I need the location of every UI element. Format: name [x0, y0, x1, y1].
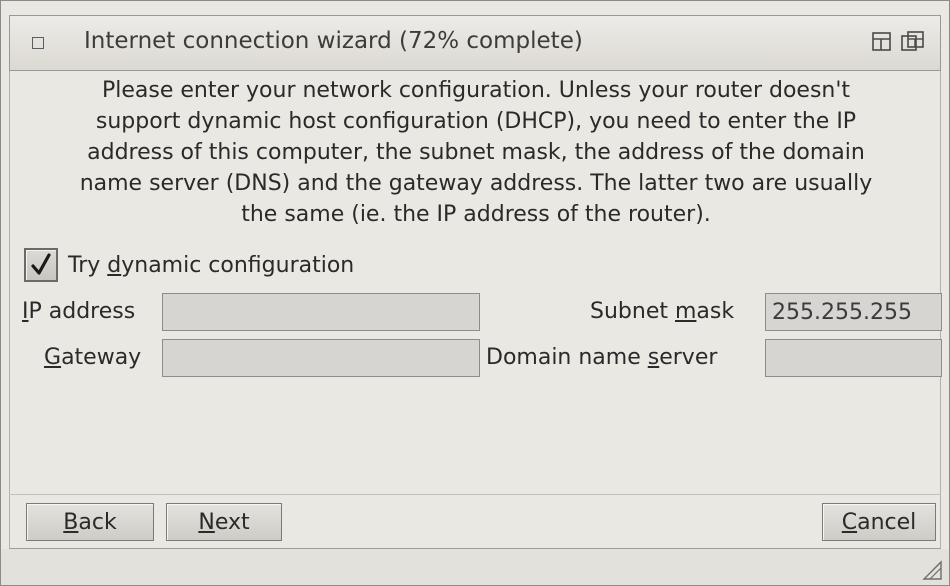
dynamic-config-label: Try dynamic configuration [68, 252, 355, 278]
next-button[interactable]: Next [166, 503, 282, 541]
subnet-mask-field[interactable] [765, 293, 942, 331]
dynamic-config-checkbox[interactable] [24, 248, 58, 282]
gateway-label: Gateway [44, 345, 142, 370]
dns-label: Domain name server [486, 345, 718, 370]
button-row: Back Next Cancel [9, 495, 941, 549]
ip-address-label: IP address [22, 299, 136, 324]
intro-text: Please enter your network configuration.… [79, 78, 873, 227]
subnet-mask-label: Subnet mask [590, 299, 735, 324]
window-menu-icon[interactable] [32, 37, 44, 49]
ip-address-field[interactable] [162, 293, 480, 331]
wizard-content: Please enter your network configuration.… [9, 71, 942, 494]
wizard-window: Internet connection wizard (72% complete… [0, 0, 950, 586]
window-title: Internet connection wizard (72% complete… [84, 28, 583, 54]
resize-grip-icon[interactable] [921, 559, 943, 581]
dynamic-config-row[interactable]: Try dynamic configuration [24, 247, 354, 283]
back-button[interactable]: Back [26, 503, 154, 541]
gateway-field[interactable] [162, 339, 480, 377]
maximize-icon[interactable] [870, 30, 896, 54]
title-bar[interactable]: Internet connection wizard (72% complete… [9, 15, 941, 71]
status-bar [1, 549, 949, 585]
checkmark-icon [31, 253, 51, 275]
dns-field[interactable] [765, 339, 942, 377]
cancel-button[interactable]: Cancel [822, 503, 936, 541]
restore-icon[interactable] [900, 30, 926, 54]
